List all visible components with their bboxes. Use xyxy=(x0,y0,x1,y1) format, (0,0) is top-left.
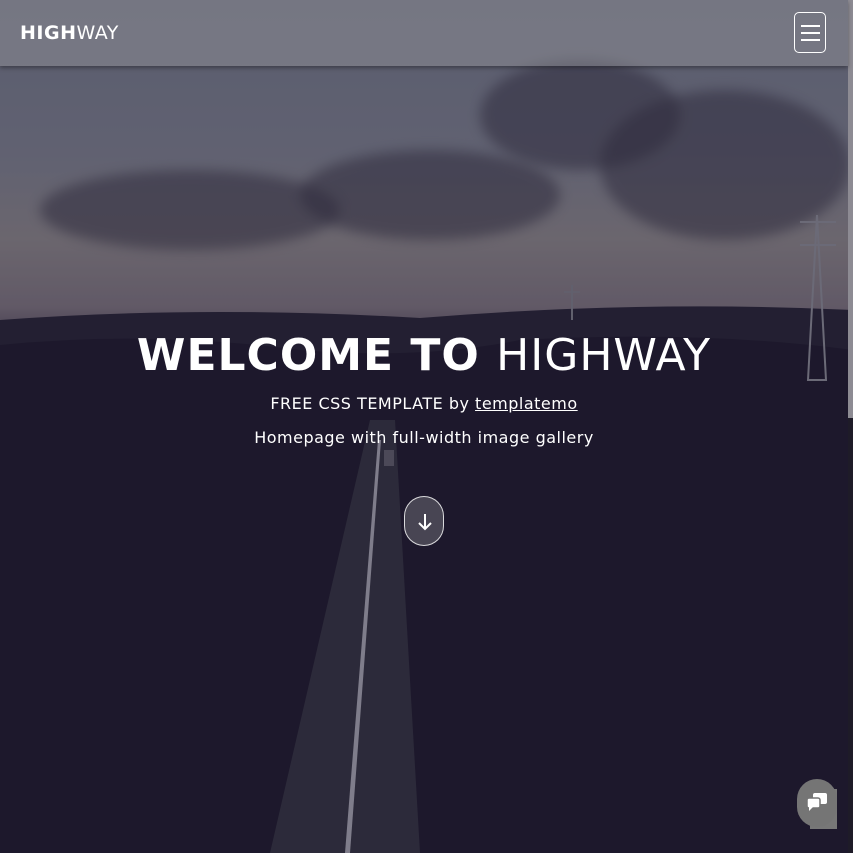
hero-title-light: HIGHWAY xyxy=(496,330,712,381)
scroll-down-button[interactable] xyxy=(404,496,444,546)
chat-widget-button[interactable] xyxy=(797,779,837,829)
brand-light-text: WAY xyxy=(76,22,119,44)
hamburger-menu-icon xyxy=(801,39,820,41)
chat-bubbles-icon xyxy=(806,793,827,811)
hero-subtitle: FREE CSS TEMPLATE by templatemo xyxy=(0,393,848,415)
scrollbar-thumb[interactable] xyxy=(848,0,853,418)
hamburger-menu-icon xyxy=(801,25,820,27)
hero-title: WELCOME TO HIGHWAY xyxy=(0,330,848,382)
hamburger-menu-button[interactable] xyxy=(794,12,826,53)
hamburger-menu-icon xyxy=(801,32,820,34)
brand-logo[interactable]: HIGHWAY xyxy=(20,21,119,45)
hero-title-bold: WELCOME TO xyxy=(136,330,480,381)
top-navbar: HIGHWAY xyxy=(0,0,848,66)
arrow-down-icon xyxy=(418,514,432,531)
hero-tagline: Homepage with full-width image gallery xyxy=(254,428,594,447)
page-scrollbar[interactable] xyxy=(848,0,853,853)
subtitle-prefix: FREE CSS TEMPLATE by xyxy=(270,394,470,413)
templatemo-link[interactable]: templatemo xyxy=(475,394,578,413)
brand-bold-text: HIGH xyxy=(20,22,77,44)
